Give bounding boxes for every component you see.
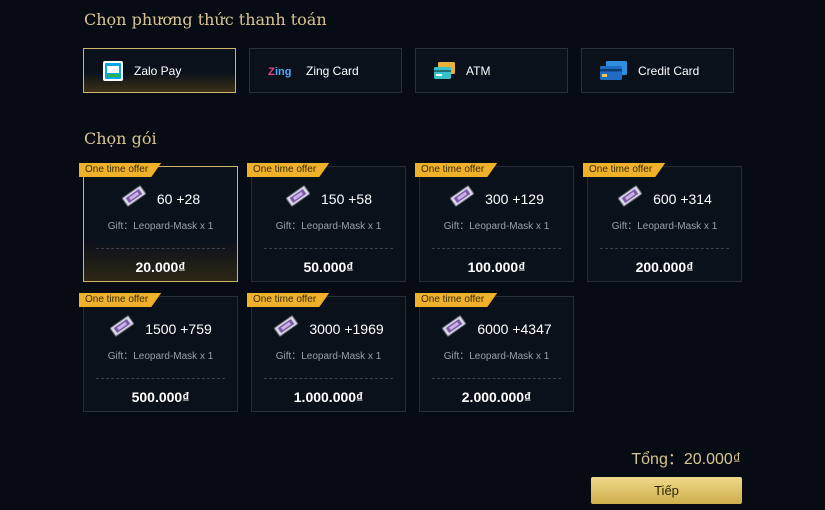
package-divider [432, 378, 561, 379]
package-card[interactable]: One time offer 300 +129 Gift：Leopard-Mask … [415, 163, 574, 282]
package-gift: Gift：Leopard-Mask x 1 [443, 351, 550, 362]
one-time-offer-badge: One time offer [247, 163, 330, 177]
package-amount: 1500 +759 [145, 320, 212, 337]
package-price: 1.000.000₫ [293, 389, 364, 405]
package-amount-row: 60 +28 [84, 185, 237, 212]
package-amount-row: 600 +314 [588, 185, 741, 212]
payment-method-label: Credit Card [638, 63, 700, 78]
one-time-offer-badge: One time offer [79, 163, 162, 177]
package-gift: Gift：Leopard-Mask x 1 [443, 221, 550, 232]
package-amount-row: 3000 +1969 [252, 315, 405, 342]
ticket-icon [449, 185, 475, 212]
package-price: 2.000.000₫ [461, 389, 532, 405]
one-time-offer-badge: One time offer [415, 163, 498, 177]
ticket-icon [285, 185, 311, 212]
total-amount: Tổng：20.000₫ [631, 451, 741, 468]
package-price: 500.000₫ [131, 389, 190, 405]
zing-card-icon: Z ing [268, 64, 296, 78]
ticket-icon [109, 315, 135, 342]
package-amount: 150 +58 [321, 190, 372, 207]
atm-card-icon [434, 61, 456, 80]
next-button[interactable]: Tiếp [591, 477, 742, 504]
payment-method-label: Zalo Pay [134, 63, 182, 78]
ticket-icon [121, 185, 147, 212]
package-price: 100.000₫ [467, 259, 526, 275]
package-card[interactable]: One time offer 6000 +4347 Gift：Leopard-Mas… [415, 293, 574, 412]
package-card[interactable]: One time offer 600 +314 Gift：Leopard-Mask … [583, 163, 742, 282]
package-gift: Gift：Leopard-Mask x 1 [275, 351, 382, 362]
package-divider [96, 378, 225, 379]
payment-method-credit-card[interactable]: Credit Card [581, 48, 734, 93]
package-card[interactable]: One time offer 150 +58 Gift：Leopard-Mask x… [247, 163, 406, 282]
one-time-offer-badge: One time offer [583, 163, 666, 177]
package-divider [96, 248, 225, 249]
package-amount: 300 +129 [485, 190, 544, 207]
payment-method-label: ATM [466, 63, 491, 78]
package-card[interactable]: One time offer 60 +28 Gift：Leopard-Mask x … [79, 163, 238, 282]
package-amount: 6000 +4347 [477, 320, 552, 337]
package-amount: 3000 +1969 [309, 320, 384, 337]
package-amount: 60 +28 [156, 190, 201, 207]
package-grid: One time offer 60 +28 Gift：Leopard-Mask x … [79, 163, 742, 412]
ticket-icon [273, 315, 299, 342]
one-time-offer-badge: One time offer [247, 293, 330, 307]
payment-method-list: Zalo Pay Z ing Zing Card ATM Credit Card [83, 48, 734, 93]
payment-method-label: Zing Card [306, 63, 359, 78]
package-amount-row: 300 +129 [420, 185, 573, 212]
zalopay-icon [102, 60, 124, 82]
payment-method-zalopay[interactable]: Zalo Pay [83, 48, 236, 93]
credit-card-icon [600, 60, 628, 81]
payment-method-zing-card[interactable]: Z ing Zing Card [249, 48, 402, 93]
package-divider [264, 378, 393, 379]
package-gift: Gift：Leopard-Mask x 1 [107, 221, 214, 232]
package-card[interactable]: One time offer 1500 +759 Gift：Leopard-Mask… [79, 293, 238, 412]
package-gift: Gift：Leopard-Mask x 1 [611, 221, 718, 232]
package-amount-row: 1500 +759 [84, 315, 237, 342]
package-amount-row: 6000 +4347 [420, 315, 573, 342]
svg-text:ing: ing [275, 66, 292, 78]
ticket-icon [441, 315, 467, 342]
package-divider [600, 248, 729, 249]
svg-text:Z: Z [268, 66, 275, 78]
package-price: 20.000₫ [135, 259, 186, 275]
one-time-offer-badge: One time offer [415, 293, 498, 307]
package-amount-row: 150 +58 [252, 185, 405, 212]
package-gift: Gift：Leopard-Mask x 1 [107, 351, 214, 362]
payment-method-title: Chọn phương thức thanh toán [84, 10, 327, 29]
package-section-title: Chọn gói [84, 129, 157, 148]
one-time-offer-badge: One time offer [79, 293, 162, 307]
package-divider [432, 248, 561, 249]
package-price: 200.000₫ [635, 259, 694, 275]
package-price: 50.000₫ [303, 259, 354, 275]
ticket-icon [617, 185, 643, 212]
package-gift: Gift：Leopard-Mask x 1 [275, 221, 382, 232]
payment-method-atm[interactable]: ATM [415, 48, 568, 93]
package-amount: 600 +314 [653, 190, 712, 207]
package-card[interactable]: One time offer 3000 +1969 Gift：Leopard-Mas… [247, 293, 406, 412]
package-divider [264, 248, 393, 249]
